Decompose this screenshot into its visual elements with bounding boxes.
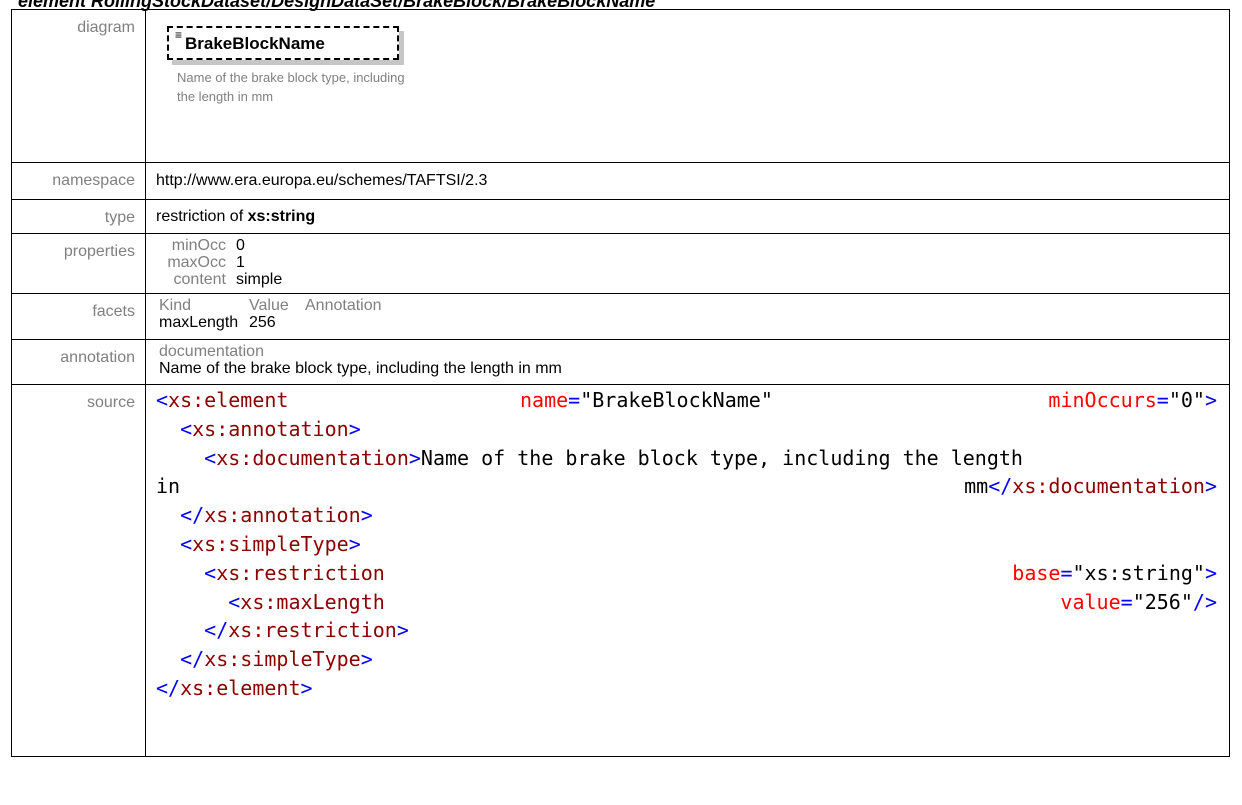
facets-table: Kind Value Annotation maxLength 256	[159, 297, 1229, 331]
source-code: <xs:element name="BrakeBlockName" minOcc…	[156, 385, 1229, 703]
type-row: type restriction of xs:string	[11, 199, 1230, 234]
row-label: diagram	[11, 9, 146, 163]
annotation-text: Name of the brake block type, including …	[159, 360, 562, 377]
property-key: maxOcc	[167, 254, 226, 271]
code-line: <xs:simpleType>	[180, 531, 361, 556]
properties-cell: minOcc 0 maxOcc 1 content simple	[145, 233, 1230, 294]
code-line: </xs:restriction>	[204, 618, 409, 643]
code-line: <xs:element name="BrakeBlockName" minOcc…	[156, 388, 1217, 412]
diagram-cell: ≡ BrakeBlockName Name of the brake block…	[145, 9, 1230, 163]
facets-row: facets Kind Value Annotation maxLength 2…	[11, 293, 1230, 340]
row-label: type	[11, 199, 146, 234]
property-key: content	[173, 271, 226, 288]
code-line: <xs:annotation>	[180, 416, 361, 441]
property-value: 0	[236, 237, 245, 254]
code-line: <xs:restriction base="xs:string">	[204, 560, 1217, 585]
namespace-row: namespace http://www.era.europa.eu/schem…	[11, 162, 1230, 200]
code-line: </xs:element>	[156, 675, 313, 700]
facet-kind: maxLength	[159, 314, 239, 331]
type-name: xs:string	[247, 208, 316, 225]
code-line: in mm</xs:documentation>	[156, 474, 1217, 499]
property-value: simple	[236, 271, 283, 288]
element-diagram-box[interactable]: ≡ BrakeBlockName	[167, 26, 404, 65]
code-line: </xs:annotation>	[180, 503, 373, 528]
code-line: <xs:maxLength value="256"/>	[228, 589, 1217, 614]
source-cell: <xs:element name="BrakeBlockName" minOcc…	[145, 384, 1230, 757]
facet-header-value: Value	[249, 297, 289, 314]
code-line: </xs:simpleType>	[180, 647, 373, 672]
property-value: 1	[236, 254, 245, 271]
facet-header-annotation: Annotation	[305, 297, 382, 314]
facet-annotation	[305, 314, 445, 331]
annotation-cell: documentation Name of the brake block ty…	[145, 339, 1230, 385]
source-row: source <xs:element name="BrakeBlockName"…	[11, 384, 1230, 757]
diagram-description: Name of the brake block type, including …	[177, 70, 405, 104]
element-doc-table: diagram ≡ BrakeBlockName Name of the bra…	[11, 9, 1230, 757]
facet-value: 256	[249, 314, 276, 331]
facet-header-kind: Kind	[159, 297, 192, 314]
code-line: <xs:documentation>Name of the brake bloc…	[204, 445, 1023, 470]
facets-cell: Kind Value Annotation maxLength 256	[145, 293, 1230, 340]
properties-list: minOcc 0 maxOcc 1 content simple	[156, 237, 1229, 288]
diagram-element-name: BrakeBlockName	[185, 34, 325, 53]
annotation-heading: documentation	[159, 343, 264, 360]
type-prefix: restriction of	[156, 208, 248, 225]
type-value: restriction of xs:string	[145, 199, 1230, 234]
row-label: facets	[11, 293, 146, 340]
annotation-row: annotation documentation Name of the bra…	[11, 339, 1230, 385]
diagram-row: diagram ≡ BrakeBlockName Name of the bra…	[11, 9, 1230, 163]
list-icon: ≡	[175, 28, 183, 42]
row-label: namespace	[11, 162, 146, 200]
row-label: source	[11, 384, 146, 757]
row-label: annotation	[11, 339, 146, 385]
row-label: properties	[11, 233, 146, 294]
diagram-border: ≡ BrakeBlockName	[167, 26, 399, 60]
namespace-value: http://www.era.europa.eu/schemes/TAFTSI/…	[145, 162, 1230, 200]
property-key: minOcc	[171, 237, 226, 254]
properties-row: properties minOcc 0 maxOcc 1 content simple	[11, 233, 1230, 294]
